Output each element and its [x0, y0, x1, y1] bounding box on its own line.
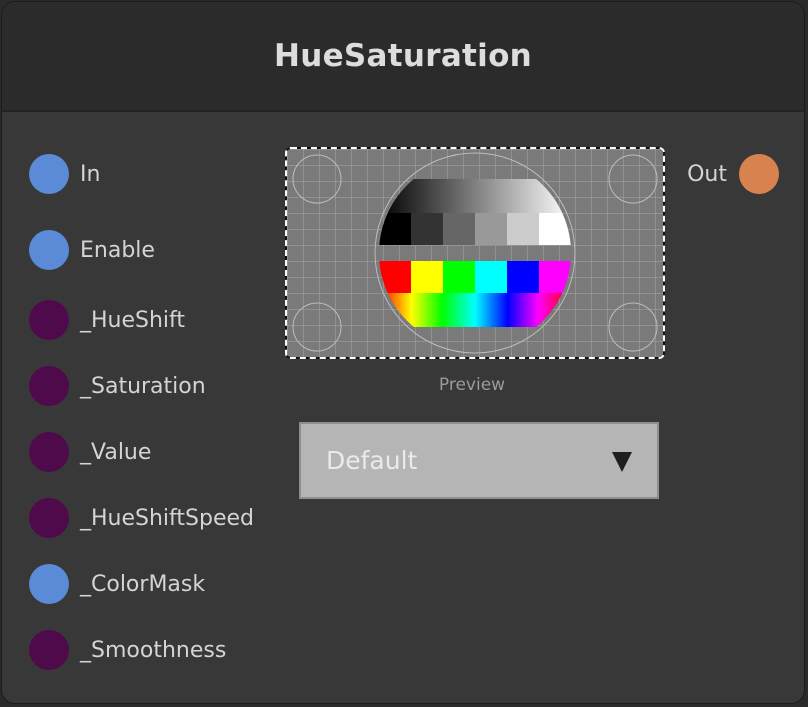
port-label: _Smoothness — [80, 637, 227, 663]
input-port-hueshiftspeed[interactable]: _HueShiftSpeed — [29, 497, 254, 539]
input-port-saturation[interactable]: _Saturation — [29, 365, 206, 407]
port-dot-icon[interactable] — [29, 300, 69, 340]
input-port-hueshift[interactable]: _HueShift — [29, 299, 185, 341]
test-pattern-icon — [287, 149, 663, 357]
port-dot-icon[interactable] — [29, 230, 69, 270]
preview-image — [285, 147, 665, 359]
dropdown-value: Default — [326, 446, 418, 475]
port-label: _ColorMask — [80, 571, 206, 597]
port-label: _Value — [80, 439, 152, 465]
input-port-smoothness[interactable]: _Smoothness — [29, 629, 226, 671]
port-dot-icon[interactable] — [739, 154, 779, 194]
port-label: In — [80, 161, 101, 187]
port-dot-icon[interactable] — [29, 630, 69, 670]
port-label: Enable — [80, 237, 155, 263]
port-label: Out — [687, 161, 727, 187]
port-dot-icon[interactable] — [29, 366, 69, 406]
mode-dropdown[interactable]: Default — [299, 422, 659, 499]
hue-saturation-node[interactable]: HueSaturation In Enable _HueShift _Satur… — [1, 1, 805, 704]
triangle-down-icon[interactable] — [612, 452, 632, 472]
port-dot-icon[interactable] — [29, 498, 69, 538]
preview-label: Preview — [438, 375, 506, 395]
port-dot-icon[interactable] — [29, 432, 69, 472]
input-port-colormask[interactable]: _ColorMask — [29, 563, 205, 605]
port-label: _HueShiftSpeed — [80, 505, 254, 531]
output-port-out[interactable]: Out — [687, 153, 779, 195]
node-header[interactable]: HueSaturation — [2, 2, 804, 112]
input-port-in[interactable]: In — [29, 153, 100, 195]
port-dot-icon[interactable] — [29, 564, 69, 604]
node-title: HueSaturation — [273, 38, 533, 74]
port-label: _HueShift — [80, 307, 186, 333]
port-dot-icon[interactable] — [29, 154, 69, 194]
input-port-value[interactable]: _Value — [29, 431, 151, 473]
port-label: _Saturation — [80, 373, 206, 399]
input-port-enable[interactable]: Enable — [29, 229, 155, 271]
